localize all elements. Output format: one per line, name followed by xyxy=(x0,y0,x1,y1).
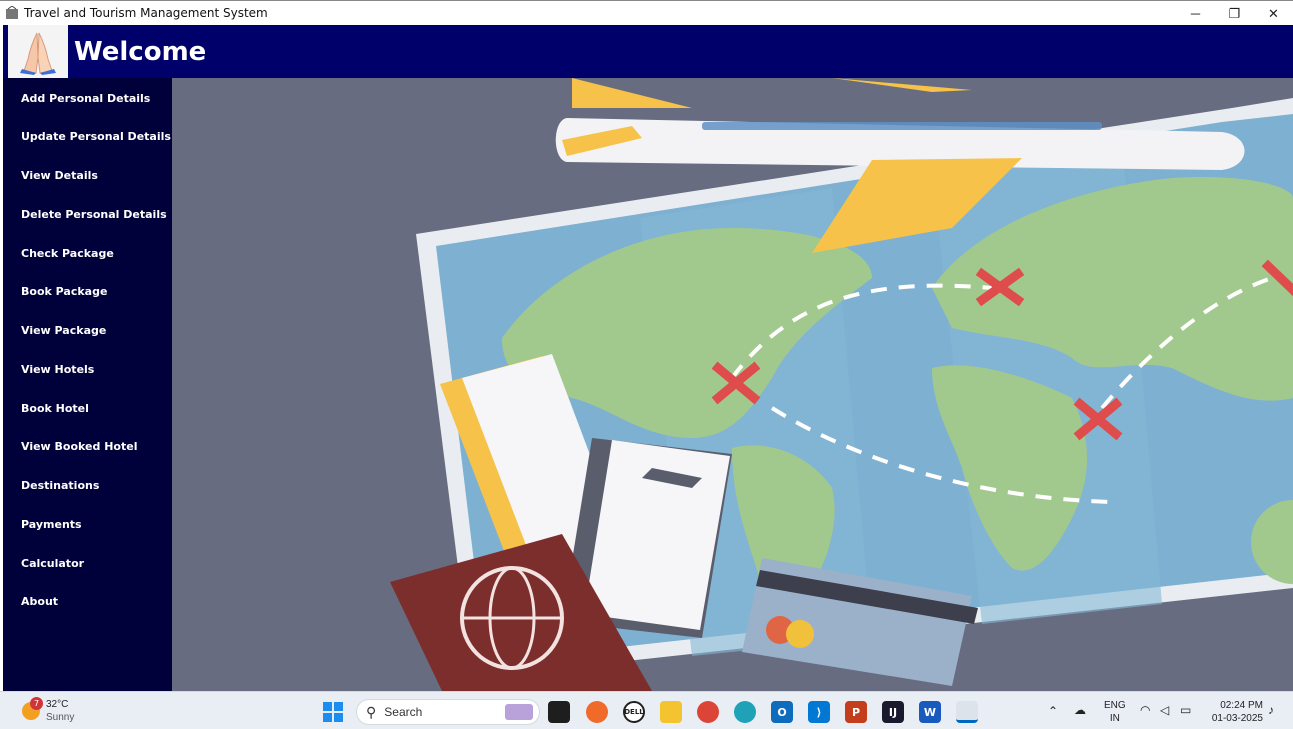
windows-start-icon[interactable] xyxy=(322,701,344,723)
clock-date: 01-03-2025 xyxy=(1211,713,1263,724)
battery-icon[interactable]: ▭ xyxy=(1180,704,1191,717)
weather-temp: 32°C xyxy=(46,699,69,710)
region-code: IN xyxy=(1109,713,1120,724)
app-icon xyxy=(6,6,18,19)
sidebar-item-book-package[interactable]: Book Package xyxy=(21,285,107,298)
chevron-up-icon[interactable]: ⌃ xyxy=(1048,705,1058,718)
logo xyxy=(8,25,68,78)
sidebar-item-destinations[interactable]: Destinations xyxy=(21,479,99,492)
title-bar[interactable]: Travel and Tourism Management System ─ ❐… xyxy=(0,0,1293,25)
search-icon: ⚲ xyxy=(366,703,377,720)
sidebar-item-view-package[interactable]: View Package xyxy=(21,324,106,337)
welcome-heading: Welcome xyxy=(74,36,207,67)
firefox-icon[interactable] xyxy=(586,701,608,723)
weather-condition: Sunny xyxy=(46,712,75,723)
sidebar-item-view-booked-hotel[interactable]: View Booked Hotel xyxy=(21,440,137,453)
praying-hands-icon xyxy=(20,32,56,75)
outlook-icon[interactable]: O xyxy=(771,701,793,723)
sidebar-item-book-hotel[interactable]: Book Hotel xyxy=(21,402,89,415)
taskbar-search[interactable]: ⚲ Search xyxy=(356,699,540,725)
sidebar-item-payments[interactable]: Payments xyxy=(21,518,82,531)
app-window: Travel and Tourism Management System ─ ❐… xyxy=(0,0,1293,691)
travel-illustration-image xyxy=(172,78,1293,691)
header-bar: Welcome xyxy=(3,25,1293,78)
travel-illustration xyxy=(172,78,1293,691)
chrome-icon[interactable] xyxy=(697,701,719,723)
task-view-icon[interactable] xyxy=(548,701,570,723)
notification-bell-icon[interactable]: ♪ xyxy=(1268,704,1274,717)
close-button[interactable]: ✕ xyxy=(1254,1,1293,26)
intellij-icon[interactable]: IJ xyxy=(882,701,904,723)
travel-app-taskbar-icon[interactable] xyxy=(956,701,978,723)
onedrive-icon[interactable]: ☁ xyxy=(1074,704,1086,717)
clock-time: 02:24 PM xyxy=(1220,700,1263,711)
minimize-button[interactable]: ─ xyxy=(1176,1,1215,26)
wifi-icon[interactable]: ◠ xyxy=(1140,704,1150,717)
powerpoint-icon[interactable]: P xyxy=(845,701,867,723)
search-label: Search xyxy=(384,705,423,719)
weather-badge: 7 xyxy=(30,697,43,710)
sidebar: Add Personal Details Update Personal Det… xyxy=(3,78,172,691)
sidebar-item-about[interactable]: About xyxy=(21,595,58,608)
sidebar-item-calculator[interactable]: Calculator xyxy=(21,557,84,570)
weather-widget[interactable]: 7 32°C Sunny xyxy=(22,697,75,724)
volume-icon[interactable]: ◁ xyxy=(1160,704,1169,717)
taskbar: 7 32°C Sunny ⚲ Search DELL O ⟩ P IJ W ⌃ … xyxy=(0,691,1293,729)
language-code: ENG xyxy=(1104,700,1126,711)
sidebar-item-check-package[interactable]: Check Package xyxy=(21,247,114,260)
language-indicator[interactable]: ENG IN xyxy=(1104,699,1126,725)
sidebar-item-add-personal-details[interactable]: Add Personal Details xyxy=(21,92,150,105)
system-clock[interactable]: 02:24 PM 01-03-2025 xyxy=(1212,699,1263,725)
maximize-button[interactable]: ❐ xyxy=(1215,1,1254,26)
sidebar-item-view-details[interactable]: View Details xyxy=(21,169,98,182)
sun-icon: 7 xyxy=(22,697,43,720)
edge-icon[interactable] xyxy=(734,701,756,723)
word-icon[interactable]: W xyxy=(919,701,941,723)
vscode-icon[interactable]: ⟩ xyxy=(808,701,830,723)
sidebar-item-view-hotels[interactable]: View Hotels xyxy=(21,363,94,376)
sidebar-item-delete-personal-details[interactable]: Delete Personal Details xyxy=(21,208,167,221)
file-explorer-icon[interactable] xyxy=(660,701,682,723)
search-highlight-icon xyxy=(505,704,533,720)
dell-icon[interactable]: DELL xyxy=(623,701,645,723)
sidebar-item-update-personal-details[interactable]: Update Personal Details xyxy=(21,130,171,143)
window-title: Travel and Tourism Management System xyxy=(24,6,268,20)
